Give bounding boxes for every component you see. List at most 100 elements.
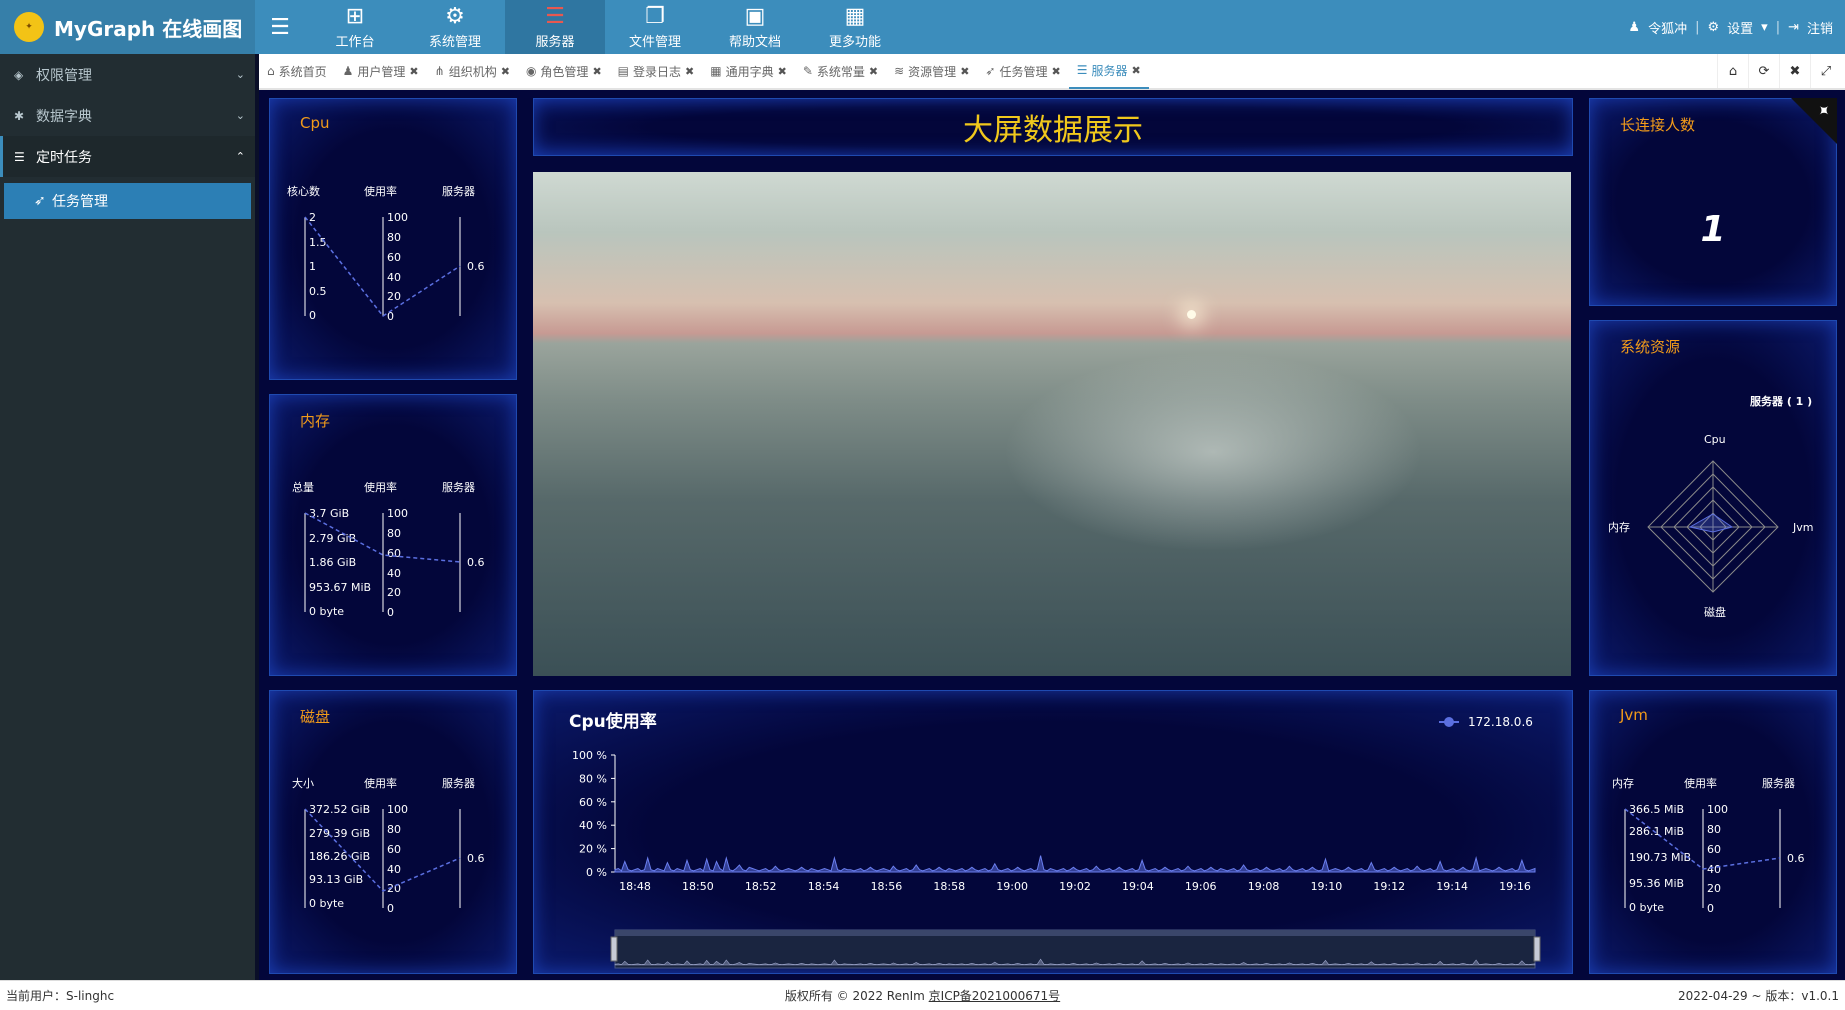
close-icon[interactable]: ✖ — [778, 65, 787, 78]
cpu-panel: Cpu 核心数 使用率 服务器 2 1.5 1 0.5 0 100 80 60 40 20 0 0… — [269, 98, 517, 380]
close-icon[interactable]: ✖ — [592, 65, 601, 78]
y-axis: 0 % 20 % 40 % 60 % 80 % 100 % — [572, 749, 616, 879]
logout-link[interactable]: 注销 — [1807, 18, 1833, 37]
user-name[interactable]: 令狐冲 — [1648, 18, 1687, 37]
close-icon[interactable]: ✖ — [1131, 64, 1140, 77]
topnav-system[interactable]: ⚙ 系统管理 — [405, 0, 505, 54]
svg-text:286.1 MiB: 286.1 MiB — [1629, 825, 1684, 838]
tab-roles[interactable]: ◉ 角色管理 ✖ — [518, 54, 610, 88]
svg-text:80: 80 — [387, 823, 401, 836]
disk-parallel-chart: 大小 使用率 服务器 372.52 GiB 279.39 GiB 186.26 Gi… — [292, 776, 485, 915]
close-icon[interactable]: ✖ — [869, 65, 878, 78]
memory-panel: 内存 总量 使用率 服务器 3.7 GiB 2.79 GiB 1.86 GiB 953… — [269, 394, 517, 676]
home-icon[interactable]: ⌂ — [1717, 54, 1748, 88]
tab-login-log[interactable]: ▤ 登录日志 ✖ — [610, 54, 703, 88]
svg-text:2: 2 — [309, 211, 316, 224]
word-doc-icon: ▣ — [744, 3, 766, 29]
server-value: 0.6 — [467, 852, 485, 865]
svg-text:372.52 GiB: 372.52 GiB — [309, 803, 370, 816]
user-icon: ♟ — [1628, 19, 1641, 35]
svg-text:1: 1 — [309, 260, 316, 273]
svg-text:1.86 GiB: 1.86 GiB — [309, 556, 356, 569]
calendar-icon: ▦ — [710, 64, 722, 78]
topnav-help[interactable]: ▣ 帮助文档 — [705, 0, 805, 54]
tab-org[interactable]: ⋔ 组织机构 ✖ — [427, 54, 518, 88]
settings-gear-icon: ⚙ — [1707, 19, 1720, 35]
x-tick-label: 18:58 — [933, 880, 965, 893]
x-tick-label: 18:54 — [808, 880, 840, 893]
topnav-more[interactable]: ▦ 更多功能 — [805, 0, 905, 54]
axis-title: 服务器 — [442, 777, 475, 790]
caret-down-icon[interactable]: ▾ — [1761, 20, 1768, 35]
axis-title: 使用率 — [364, 480, 397, 494]
top-header: ✦ MyGraph 在线画图 ☰ ⊞ 工作台 ⚙ 系统管理 ☰ 服务器 ❐ 文件管理 ▣… — [0, 0, 1845, 54]
fullscreen-icon[interactable]: ⤢ — [1810, 54, 1841, 88]
cpu-parallel-chart: 核心数 使用率 服务器 2 1.5 1 0.5 0 100 80 60 40 20 0 0.6 — [287, 184, 485, 323]
gear-icon: ⚙ — [445, 3, 465, 29]
footer: 当前用户：S-linghc 版权所有 © 2022 RenIm 京ICP备202… — [0, 980, 1845, 1010]
tab-resources[interactable]: ≋ 资源管理 ✖ — [886, 54, 977, 88]
axis-title: 使用率 — [364, 776, 397, 790]
datazoom-move-bar[interactable] — [615, 930, 1535, 936]
close-icon[interactable]: ✖ — [685, 65, 694, 78]
icp-link[interactable]: 京ICP备2021000671号 — [929, 989, 1061, 1003]
axis-title: 大小 — [292, 776, 314, 790]
close-icon[interactable]: ✖ — [501, 65, 510, 78]
menu-toggle-icon[interactable]: ☰ — [255, 0, 305, 54]
svg-text:366.5 MiB: 366.5 MiB — [1629, 803, 1684, 816]
close-icon[interactable]: ✖ — [960, 65, 969, 78]
logo[interactable]: ✦ MyGraph 在线画图 — [0, 0, 255, 54]
settings-menu[interactable]: 设置 — [1727, 18, 1753, 37]
topnav-files[interactable]: ❐ 文件管理 — [605, 0, 705, 54]
refresh-icon[interactable]: ⟳ — [1748, 54, 1779, 88]
cpu-usage-panel: Cpu使用率 172.18.0.6 0 % 20 % 40 % 60 % 80 % 100… — [533, 690, 1573, 974]
sidebar-item-dictionary[interactable]: ✱ 数据字典 ⌄ — [0, 95, 255, 136]
tab-tasks[interactable]: ➶ 任务管理 ✖ — [977, 54, 1068, 88]
sidebar-item-task-management[interactable]: ➶ 任务管理 — [4, 183, 251, 219]
tab-dict[interactable]: ▦ 通用字典 ✖ — [702, 54, 795, 88]
divider: | — [1775, 19, 1781, 35]
svg-text:80: 80 — [1707, 823, 1721, 836]
title-panel: 大屏数据展示 — [533, 98, 1573, 156]
cpu-usage-series-area — [614, 855, 1536, 873]
connections-title: 长连接人数 — [1620, 116, 1696, 134]
sidebar-item-permissions[interactable]: ◈ 权限管理 ⌄ — [0, 54, 255, 95]
tab-constants[interactable]: ✎ 系统常量 ✖ — [795, 54, 886, 88]
svg-text:0 byte: 0 byte — [309, 605, 344, 618]
svg-text:100: 100 — [387, 803, 408, 816]
tab-bar: ⌂ 系统首页 ♟ 用户管理 ✖ ⋔ 组织机构 ✖ ◉ 角色管理 ✖ ▤ 登录日志 ✖ ▦ 通用字典 ✖… — [259, 54, 1845, 90]
svg-text:0: 0 — [387, 606, 394, 619]
svg-text:953.67 MiB: 953.67 MiB — [309, 581, 371, 594]
x-tick-label: 18:50 — [682, 880, 714, 893]
x-tick-label: 19:06 — [1185, 880, 1217, 893]
datazoom-handle-left[interactable] — [610, 936, 618, 962]
tab-server[interactable]: ☰ 服务器 ✖ — [1068, 53, 1149, 89]
svg-text:186.26 GiB: 186.26 GiB — [309, 850, 370, 863]
y-tick-label: 20 % — [579, 843, 607, 856]
axis2-ticks: 100 80 60 40 20 0 — [387, 507, 408, 619]
divider: | — [1695, 19, 1700, 35]
chevron-down-icon: ⌄ — [235, 68, 245, 81]
tab-home[interactable]: ⌂ 系统首页 — [259, 54, 335, 88]
ocean-scene-image — [533, 172, 1571, 676]
tab-tools: ⌂ ⟳ ✖ ⤢ — [1717, 54, 1841, 88]
axis-title: 内存 — [1612, 776, 1634, 790]
axis-title: 使用率 — [364, 184, 397, 198]
tab-users[interactable]: ♟ 用户管理 ✖ — [335, 54, 427, 88]
topnav-server[interactable]: ☰ 服务器 — [505, 0, 605, 54]
close-icon[interactable]: ✖ — [409, 65, 418, 78]
svg-text:80: 80 — [387, 527, 401, 540]
topnav-workbench[interactable]: ⊞ 工作台 — [305, 0, 405, 54]
sidebar-item-scheduled-tasks[interactable]: ☰ 定时任务 ⌃ — [0, 136, 255, 177]
datazoom-handle-right[interactable] — [1533, 936, 1541, 962]
connections-value: 1 — [1700, 209, 1726, 250]
close-icon[interactable]: ✖ — [1051, 65, 1060, 78]
svg-text:0.5: 0.5 — [309, 285, 327, 298]
top-nav: ⊞ 工作台 ⚙ 系统管理 ☰ 服务器 ❐ 文件管理 ▣ 帮助文档 ▦ 更多功能 — [305, 0, 905, 54]
x-tick-label: 18:56 — [871, 880, 903, 893]
x-tick-label: 19:12 — [1373, 880, 1405, 893]
close-all-icon[interactable]: ✖ — [1779, 54, 1810, 88]
svg-text:279.39 GiB: 279.39 GiB — [309, 827, 370, 840]
svg-text:100: 100 — [1707, 803, 1728, 816]
database-icon: ≋ — [894, 64, 905, 78]
